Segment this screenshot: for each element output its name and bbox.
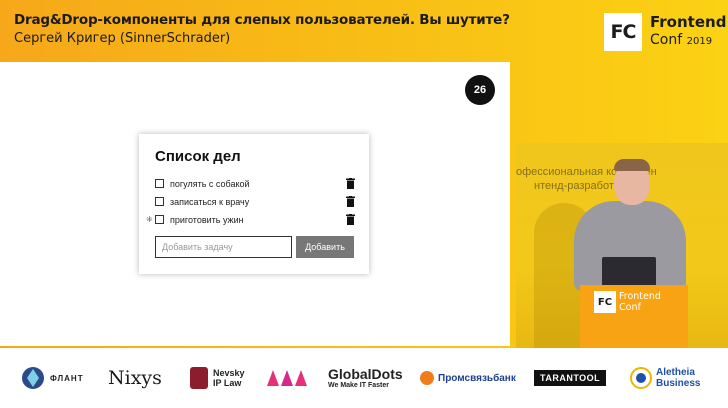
todo-checkbox[interactable] <box>155 215 164 224</box>
psb-logo-icon <box>420 371 434 385</box>
brand-conf: Conf <box>650 32 683 48</box>
nevsky-line: Nevsky <box>213 368 245 378</box>
add-task-input[interactable] <box>155 236 292 258</box>
globaldots-tagline: We Make IT Faster <box>328 381 389 389</box>
nevsky-line: IP Law <box>213 378 242 388</box>
drag-handle-icon[interactable]: ⁜ <box>146 215 153 225</box>
frontendconf-brand: Frontend Conf 2019 <box>650 13 726 51</box>
speaker-video: офессиональная конферен нтенд-разработчи… <box>516 143 728 348</box>
sponsor-flant: ФЛАНТ <box>20 364 84 392</box>
tarantool-name: TARANTOOL <box>534 370 607 386</box>
trash-icon[interactable] <box>346 214 355 225</box>
add-task-row: Добавить <box>155 236 354 258</box>
trash-icon[interactable] <box>346 178 355 189</box>
todo-title: Список дел <box>155 148 241 165</box>
brand-year: 2019 <box>686 36 713 47</box>
todo-item[interactable]: записаться к врачу <box>155 195 355 209</box>
nixys-name: Nixys <box>108 367 162 389</box>
frontendconf-logo: FC <box>604 13 642 51</box>
todo-item[interactable]: погулять с собакой <box>155 177 355 191</box>
todo-checkbox[interactable] <box>155 179 164 188</box>
sponsor-aletheia: Aletheia Business <box>630 364 700 392</box>
speaker-name: Сергей Кригер (SinnerSchrader) <box>14 31 231 46</box>
flant-logo-icon <box>22 367 44 389</box>
nevsky-badge-icon <box>190 367 208 389</box>
sponsors-bar: ФЛАНТ Nixys Nevsky IP Law GlobalDots We … <box>0 348 728 408</box>
aletheia-name: Aletheia Business <box>656 367 700 389</box>
aletheia-line: Aletheia <box>656 367 695 378</box>
trash-icon[interactable] <box>346 196 355 207</box>
globaldots-name: GlobalDots <box>328 365 403 382</box>
podium-brand-line: Conf <box>619 302 641 313</box>
slide-number: 26 <box>465 75 495 105</box>
brand-sub: Conf 2019 <box>650 31 726 51</box>
talk-header: Drag&Drop-компоненты для слепых пользова… <box>0 0 728 60</box>
presentation-slide: 26 Список дел погулять с собакой записат… <box>0 62 510 346</box>
flant-name: ФЛАНТ <box>50 373 84 383</box>
sponsor-pink-logo <box>266 364 308 392</box>
pink-brand-logo-icon <box>267 370 307 386</box>
todo-list-card: Список дел погулять с собакой записаться… <box>139 134 369 274</box>
sponsor-nevsky: Nevsky IP Law <box>190 364 245 392</box>
podium-brand-line: Frontend <box>619 291 661 302</box>
sponsor-tarantool: TARANTOOL <box>534 364 607 392</box>
psb-name: Промсвязьбанк <box>438 372 516 384</box>
sponsor-globaldots: GlobalDots We Make IT Faster <box>328 364 403 392</box>
speaker-hair <box>614 159 650 171</box>
todo-item[interactable]: ⁜ приготовить ужин <box>146 213 355 227</box>
todo-item-label: погулять с собакой <box>170 179 250 189</box>
podium-brand: Frontend Conf <box>619 291 661 313</box>
talk-title: Drag&Drop-компоненты для слепых пользова… <box>14 12 510 28</box>
sponsor-psb: Промсвязьбанк <box>420 364 516 392</box>
todo-item-label: записаться к врачу <box>170 197 250 207</box>
podium-logo: FC <box>594 291 616 313</box>
todo-item-label: приготовить ужин <box>170 215 244 225</box>
add-task-button[interactable]: Добавить <box>296 236 354 258</box>
todo-checkbox[interactable] <box>155 197 164 206</box>
aletheia-logo-icon <box>630 367 652 389</box>
nevsky-name: Nevsky IP Law <box>213 368 245 388</box>
brand-name: Frontend <box>650 13 727 31</box>
sponsor-nixys: Nixys <box>108 364 162 392</box>
aletheia-line: Business <box>656 378 701 389</box>
globaldots-name-block: GlobalDots We Make IT Faster <box>328 367 403 390</box>
